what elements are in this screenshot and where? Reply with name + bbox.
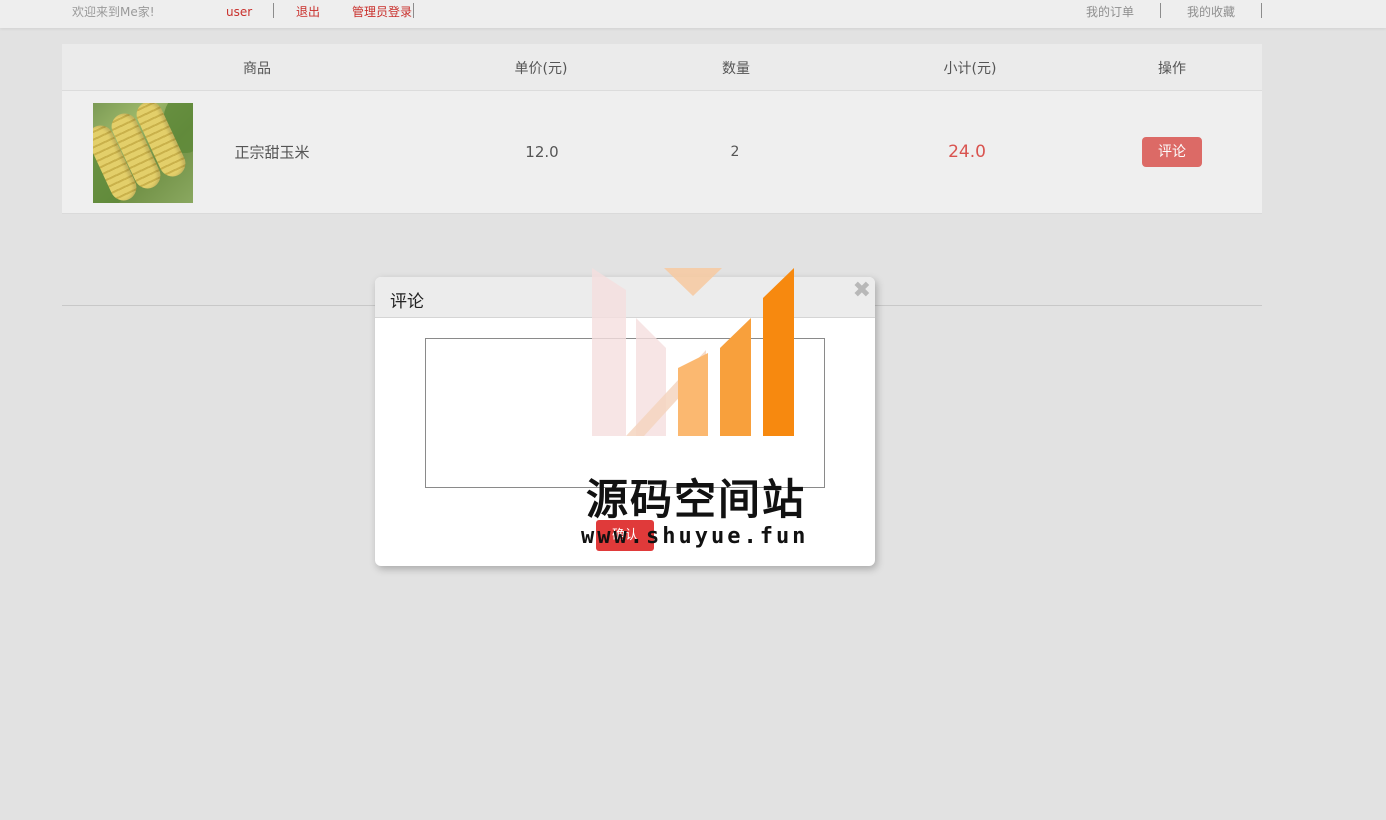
subtotal: 24.0 [948,142,986,162]
header-action: 操作 [1158,61,1186,77]
comment-textarea[interactable] [425,338,825,488]
my-favorites-link[interactable]: 我的收藏 [1187,4,1235,20]
my-orders-link[interactable]: 我的订单 [1086,4,1134,20]
page: 欢迎来到Me家! user 退出 管理员登录 我的订单 我的收藏 商品 单价(元… [0,0,1386,820]
divider [1160,3,1161,18]
review-button[interactable]: 评论 [1142,137,1202,167]
close-icon[interactable]: ✖ [853,279,871,303]
product-image[interactable] [93,103,193,203]
header-quantity: 数量 [722,61,750,77]
welcome-text: 欢迎来到Me家! [72,5,155,19]
admin-login-link[interactable]: 管理员登录 [352,4,412,20]
header-product: 商品 [243,61,271,77]
divider [1261,3,1262,18]
modal-title: 评论 [390,292,424,312]
comment-modal: 评论 ✖ 确认 [375,277,875,566]
quantity: 2 [730,144,740,160]
username-link[interactable]: user [226,4,252,20]
header-subtotal: 小计(元) [943,61,997,77]
header-unit-price: 单价(元) [514,61,568,77]
confirm-button[interactable]: 确认 [596,520,654,551]
logout-link[interactable]: 退出 [296,4,320,20]
cart-table-header: 商品 单价(元) 数量 小计(元) 操作 [62,44,1262,91]
unit-price: 12.0 [525,143,559,161]
product-name[interactable]: 正宗甜玉米 [234,142,309,163]
modal-header: 评论 ✖ [375,277,875,318]
divider [273,3,274,18]
cart-table: 商品 单价(元) 数量 小计(元) 操作 正宗甜玉米 12.0 2 24.0 评… [62,44,1262,214]
divider [413,3,414,18]
table-row: 正宗甜玉米 12.0 2 24.0 评论 [62,91,1262,214]
top-bar: 欢迎来到Me家! user 退出 管理员登录 我的订单 我的收藏 [0,0,1386,28]
